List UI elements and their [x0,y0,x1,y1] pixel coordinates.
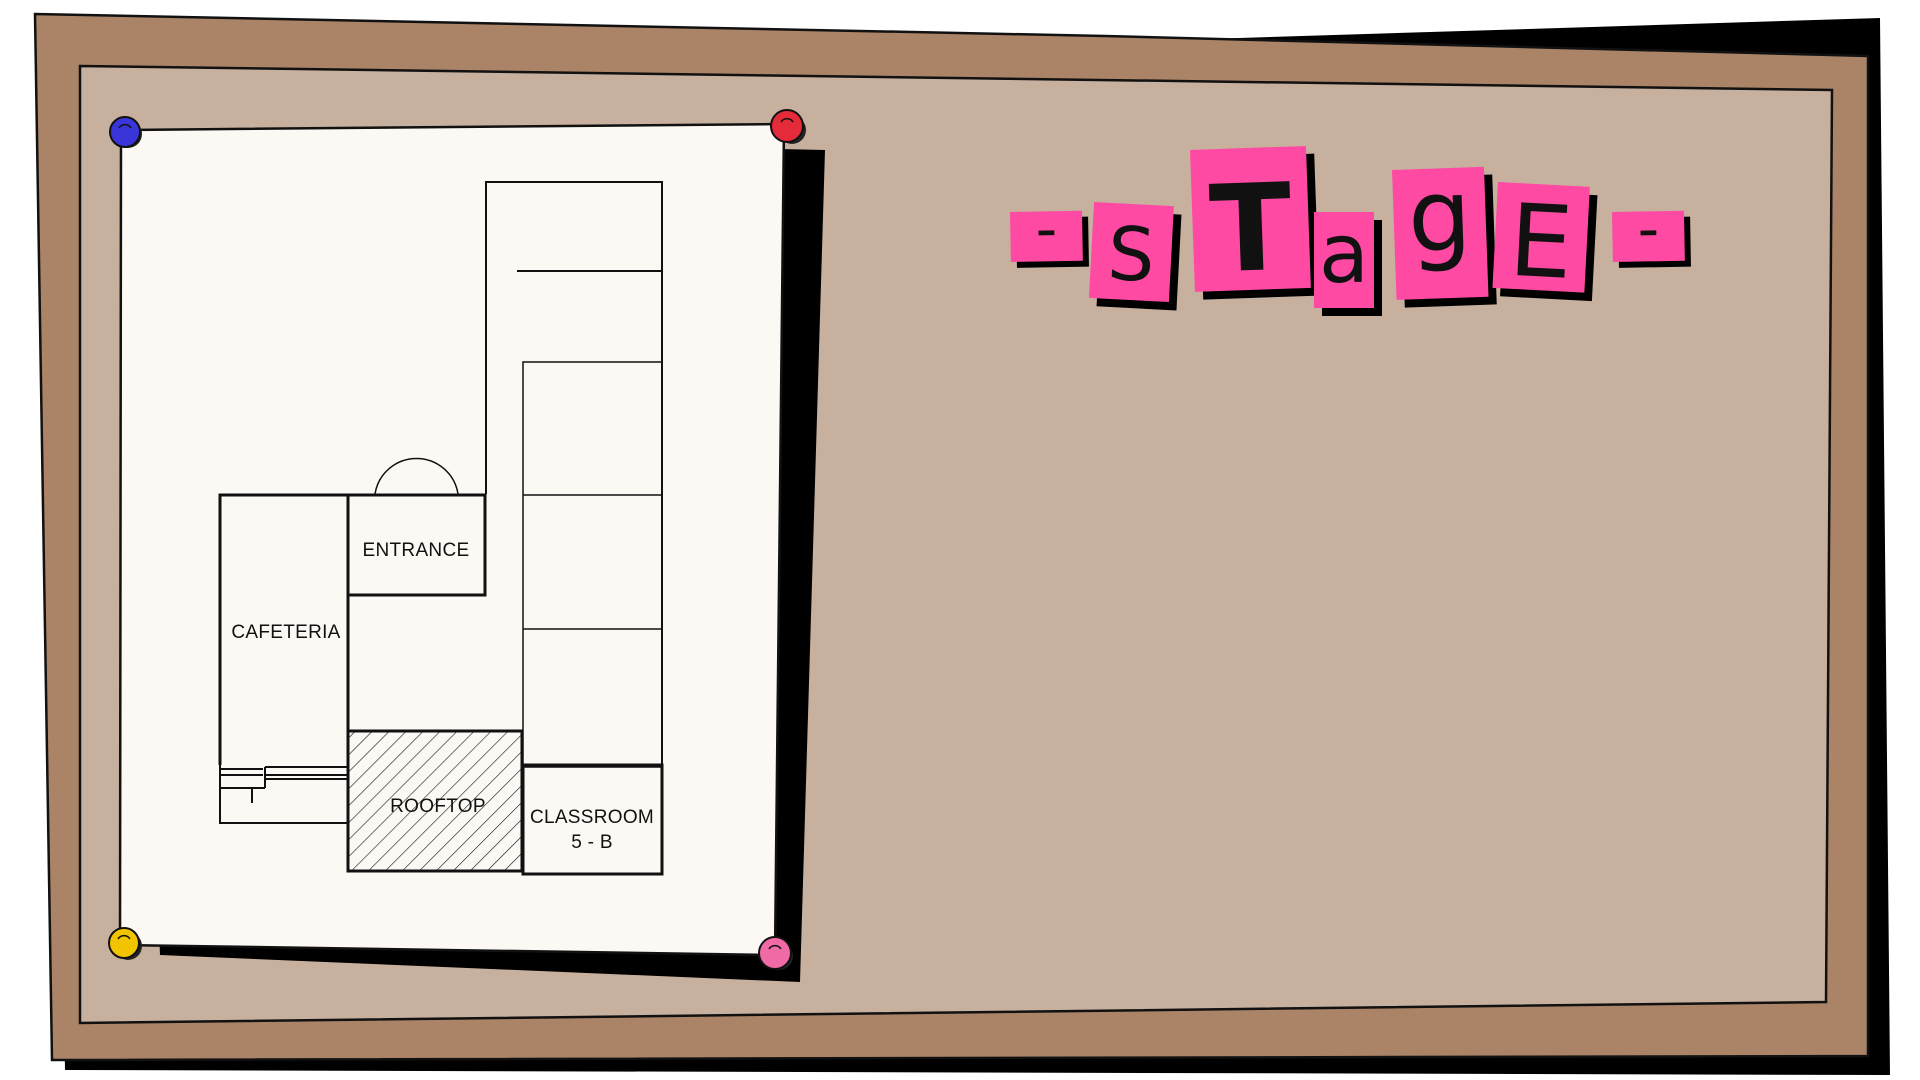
title-tile: g [1392,156,1497,308]
title-letter: T [1207,159,1294,301]
classroom-number-label: 5 - B [571,832,613,853]
title-tile: T [1190,145,1320,301]
title-letter: E [1506,182,1575,302]
entrance-label: ENTRANCE [363,540,470,561]
cafeteria-label: CAFETERIA [231,622,340,643]
pink-pin-icon [758,936,793,970]
classroom-label: CLASSROOM [530,807,654,828]
title-letter: S [1106,211,1157,299]
title-tile: a [1314,207,1382,316]
rooftop-label: ROOFTOP [390,796,486,817]
scene-canvas: ENTRANCE CAFETERIA ROOFTOP CLASSROOM 5 -… [33,12,1890,1075]
title-tile: E [1492,182,1598,302]
floor-plan-sheet: ENTRANCE CAFETERIA ROOFTOP CLASSROOM 5 -… [118,122,825,982]
title-tile: S [1088,202,1182,311]
title-letter: g [1406,156,1474,275]
title-letter: - [1637,194,1660,264]
title-letter: a [1319,207,1369,302]
title-letter: - [1035,194,1058,264]
blue-pin-icon [109,116,142,148]
